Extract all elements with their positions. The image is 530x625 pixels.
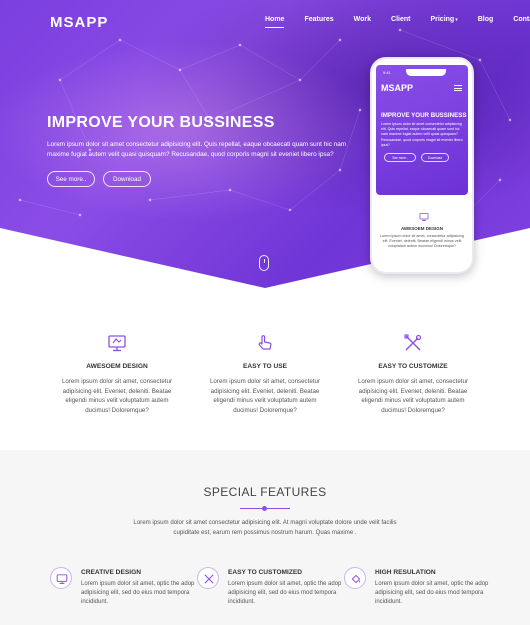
phone-description: Lorem ipsum dolor sit amet consectetur a… bbox=[381, 122, 463, 147]
phone-notch bbox=[406, 69, 446, 76]
special-feature-text: Lorem ipsum dolor sit amet, optic the ad… bbox=[375, 581, 489, 606]
nav-item-home[interactable]: Home bbox=[265, 16, 285, 28]
phone-headline: IMPROVE YOUR BUSSINESS bbox=[381, 112, 467, 119]
feature-text: Lorem ipsum dolor sit amet, consectetur … bbox=[357, 378, 469, 414]
feature-awesome-design: AWESOEM DESIGN Lorem ipsum dolor sit ame… bbox=[57, 333, 177, 415]
tools-icon bbox=[403, 333, 423, 353]
special-feature-title: CREATIVE DESIGN bbox=[81, 569, 141, 576]
hand-pointer-icon bbox=[255, 333, 275, 353]
hamburger-menu-icon bbox=[454, 85, 462, 91]
phone-logo: MSAPP bbox=[381, 83, 414, 93]
phone-feature-title: AWESOEM DESIGN bbox=[400, 226, 443, 231]
brand-logo[interactable]: MSAPP bbox=[50, 14, 108, 31]
special-feature-text: Lorem ipsum dolor sit amet, optic the ad… bbox=[81, 581, 195, 606]
phone-see-more-button: See more.. bbox=[384, 153, 416, 162]
phone-time: 9:41 bbox=[383, 70, 391, 75]
nav-item-features[interactable]: Features bbox=[304, 16, 333, 28]
paint-bucket-icon bbox=[344, 567, 366, 589]
special-feature-title: EASY TO CUSTOMIZED bbox=[228, 569, 303, 576]
feature-text: Lorem ipsum dolor sit amet, consectetur … bbox=[209, 378, 321, 414]
see-more-button[interactable]: See more.. bbox=[47, 171, 95, 187]
hero-description: Lorem ipsum dolor sit amet consectetur a… bbox=[47, 141, 347, 158]
feature-title: EASY TO CUSTOMIZE bbox=[378, 363, 448, 370]
nav-item-contact[interactable]: Contact bbox=[513, 16, 530, 28]
feature-easy-to-use: EASY TO USE Lorem ipsum dolor sit amet, … bbox=[205, 333, 325, 415]
download-button[interactable]: Download bbox=[103, 171, 151, 187]
phone-mockup: 9:41 MSAPP IMPROVE YOUR BUSSINESS Lorem … bbox=[370, 57, 474, 274]
phone-download-button: Download bbox=[421, 153, 449, 162]
nav-item-client[interactable]: Client bbox=[391, 16, 410, 28]
title-divider-dot bbox=[262, 506, 267, 511]
scroll-mouse-icon[interactable] bbox=[259, 255, 269, 271]
feature-title: AWESOEM DESIGN bbox=[86, 363, 148, 370]
nav-item-blog[interactable]: Blog bbox=[478, 16, 494, 28]
phone-screen: 9:41 MSAPP IMPROVE YOUR BUSSINESS Lorem … bbox=[376, 65, 468, 195]
special-features-title: SPECIAL FEATURES bbox=[203, 485, 327, 499]
chevron-down-icon: ▾ bbox=[455, 17, 458, 23]
special-feature-creative-design: CREATIVE DESIGN Lorem ipsum dolor sit am… bbox=[50, 567, 200, 617]
feature-text: Lorem ipsum dolor sit amet, consectetur … bbox=[61, 378, 173, 414]
monitor-design-icon bbox=[107, 333, 127, 353]
special-feature-title: HIGH RESULATION bbox=[375, 569, 436, 576]
special-features-description: Lorem ipsum dolor sit amet consectetur a… bbox=[133, 519, 397, 536]
nav-item-pricing[interactable]: Pricing▾ bbox=[430, 16, 457, 28]
tools-icon bbox=[197, 567, 219, 589]
feature-easy-to-customize: EASY TO CUSTOMIZE Lorem ipsum dolor sit … bbox=[353, 333, 473, 415]
special-feature-high-resolution: HIGH RESULATION Lorem ipsum dolor sit am… bbox=[344, 567, 494, 617]
special-feature-easy-to-customized: EASY TO CUSTOMIZED Lorem ipsum dolor sit… bbox=[197, 567, 347, 617]
nav-item-pricing-label: Pricing bbox=[430, 16, 455, 23]
phone-feature-text: Lorem ipsum dolor sit amet, consectetur … bbox=[380, 234, 464, 248]
hero-headline: IMPROVE YOUR BUSSINESS bbox=[47, 114, 275, 131]
special-feature-text: Lorem ipsum dolor sit amet, optic the ad… bbox=[228, 581, 342, 606]
main-nav: Home Features Work Client Pricing▾ Blog … bbox=[265, 16, 530, 28]
monitor-design-icon bbox=[50, 567, 72, 589]
feature-title: EASY TO USE bbox=[242, 363, 288, 370]
nav-item-work[interactable]: Work bbox=[354, 16, 371, 28]
monitor-design-icon bbox=[419, 212, 429, 222]
